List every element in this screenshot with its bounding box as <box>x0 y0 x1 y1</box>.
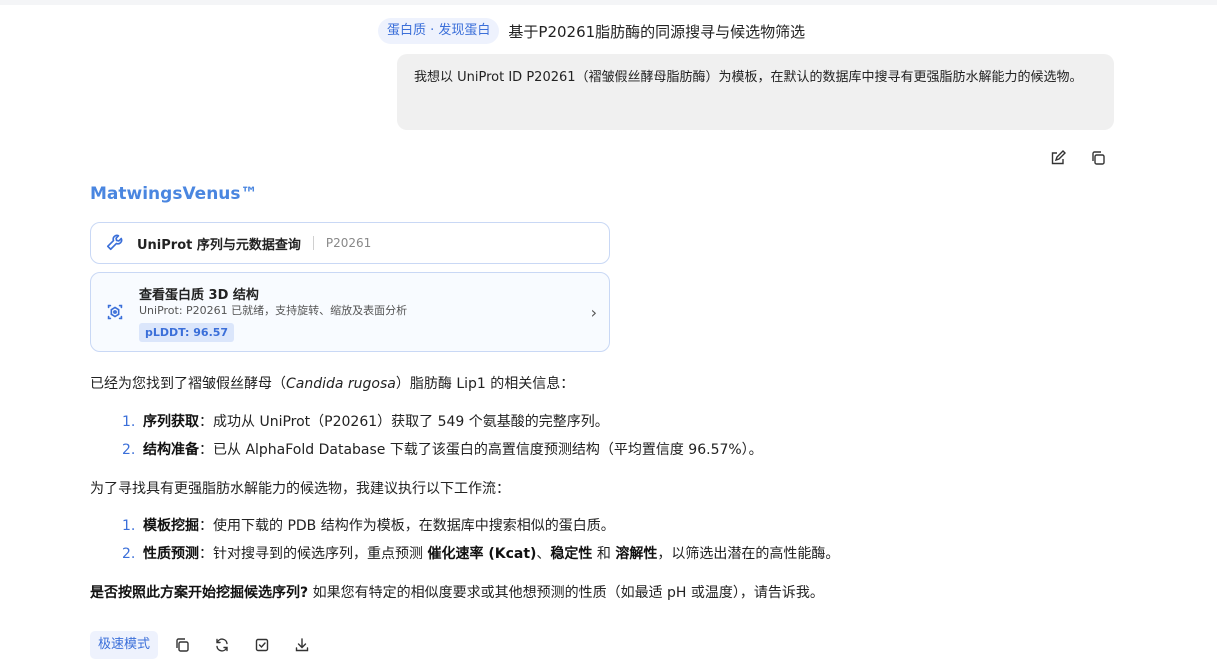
structure-card-title: 查看蛋白质 3D 结构 <box>139 288 259 303</box>
list-item: 2. 结构准备：已从 AlphaFold Database 下载了该蛋白的高置信… <box>90 439 1140 467</box>
list-item-title: 性质预测 <box>143 546 199 562</box>
solubility-term: 溶解性 <box>615 546 658 562</box>
copy-icon[interactable] <box>1088 148 1108 168</box>
kcat-term: 催化速率 (Kcat) <box>427 546 537 562</box>
category-tag[interactable]: 蛋白质 · 发现蛋白 <box>378 18 500 44</box>
list-item-title: 结构准备 <box>143 442 199 458</box>
intro-text-after: ）脂肪酶 Lip1 的相关信息： <box>395 376 575 392</box>
structure-card-subtitle: UniProt: P20261 已就绪，支持旋转、缩放及表面分析 <box>139 304 408 317</box>
copy-icon[interactable] <box>172 635 192 655</box>
user-message-text: 我想以 UniProt ID P20261（褶皱假丝酵母脂肪酶）为模板，在默认的… <box>414 70 1083 85</box>
regenerate-icon[interactable] <box>212 635 232 655</box>
list-item-text: ：使用下载的 PDB 结构作为模板，在数据库中搜索相似的蛋白质。 <box>199 518 615 534</box>
tool-call-label: UniProt 序列与元数据查询 <box>137 237 301 253</box>
tool-call-card[interactable]: UniProt 序列与元数据查询 P20261 <box>90 222 610 264</box>
list-item: 1. 模板挖掘：使用下载的 PDB 结构作为模板，在数据库中搜索相似的蛋白质。 <box>90 515 1140 543</box>
separator-text: 和 <box>592 546 616 562</box>
workflow-list: 1. 模板挖掘：使用下载的 PDB 结构作为模板，在数据库中搜索相似的蛋白质。 … <box>90 515 1140 571</box>
list-item-title: 序列获取 <box>143 414 199 430</box>
workflow-intro: 为了寻找具有更强脂肪水解能力的候选物，我建议执行以下工作流： <box>90 481 510 497</box>
separator-text: 、 <box>536 546 551 562</box>
response-actions: 极速模式 <box>90 631 332 659</box>
list-number: 2. <box>122 442 136 458</box>
edit-check-icon[interactable] <box>252 635 272 655</box>
top-divider <box>0 0 1217 5</box>
edit-icon[interactable] <box>1048 148 1068 168</box>
user-message-bubble: 我想以 UniProt ID P20261（褶皱假丝酵母脂肪酶）为模板，在默认的… <box>397 54 1114 130</box>
plddt-badge: pLDDT: 96.57 <box>139 323 235 342</box>
user-message-actions <box>1048 148 1108 168</box>
list-item-text: ：已从 AlphaFold Database 下载了该蛋白的高置信度预测结构（平… <box>199 442 763 458</box>
conversation-header: 蛋白质 · 发现蛋白 基于P20261脂肪酶的同源搜寻与候选物筛选 <box>378 17 805 45</box>
species-name: Candida rugosa <box>286 376 396 392</box>
answer-intro: 已经为您找到了褶皱假丝酵母（Candida rugosa）脂肪酶 Lip1 的相… <box>90 373 1140 393</box>
tool-call-separator <box>312 236 314 250</box>
wrench-icon <box>105 230 127 256</box>
assistant-brand: MatwingsVenus™ <box>90 184 258 204</box>
list-item-title: 模板挖掘 <box>143 518 199 534</box>
list-item-text: ：针对搜寻到的候选序列，重点预测 <box>199 546 428 562</box>
question-bold: 是否按照此方案开始挖掘候选序列? <box>90 585 309 601</box>
list-number: 2. <box>122 546 136 562</box>
list-item-text: ：成功从 UniProt（P20261）获取了 549 个氨基酸的完整序列。 <box>199 414 609 430</box>
structure-viewer-card[interactable]: 查看蛋白质 3D 结构 UniProt: P20261 已就绪，支持旋转、缩放及… <box>90 272 610 352</box>
list-item: 1. 序列获取：成功从 UniProt（P20261）获取了 549 个氨基酸的… <box>90 411 1140 439</box>
tool-call-argument: P20261 <box>325 236 372 250</box>
molecule-3d-icon <box>104 301 126 327</box>
mode-button[interactable]: 极速模式 <box>90 631 159 659</box>
conversation-title: 基于P20261脂肪酶的同源搜寻与候选物筛选 <box>508 22 806 41</box>
list-item-text: ，以筛选出潜在的高性能酶。 <box>657 546 840 562</box>
list-item: 2. 性质预测：针对搜寻到的候选序列，重点预测 催化速率 (Kcat)、稳定性 … <box>90 543 1140 571</box>
chevron-right-icon[interactable]: › <box>591 303 597 322</box>
findings-list: 1. 序列获取：成功从 UniProt（P20261）获取了 549 个氨基酸的… <box>90 411 1140 467</box>
followup-question: 是否按照此方案开始挖掘候选序列? 如果您有特定的相似度要求或其他想预测的性质（如… <box>90 582 1140 602</box>
stability-term: 稳定性 <box>550 546 593 562</box>
question-text: 如果您有特定的相似度要求或其他想预测的性质（如最适 pH 或温度），请告诉我。 <box>308 585 824 601</box>
download-icon[interactable] <box>292 635 312 655</box>
intro-text-before: 已经为您找到了褶皱假丝酵母（ <box>90 376 286 392</box>
list-number: 1. <box>122 414 136 430</box>
list-number: 1. <box>122 518 136 534</box>
